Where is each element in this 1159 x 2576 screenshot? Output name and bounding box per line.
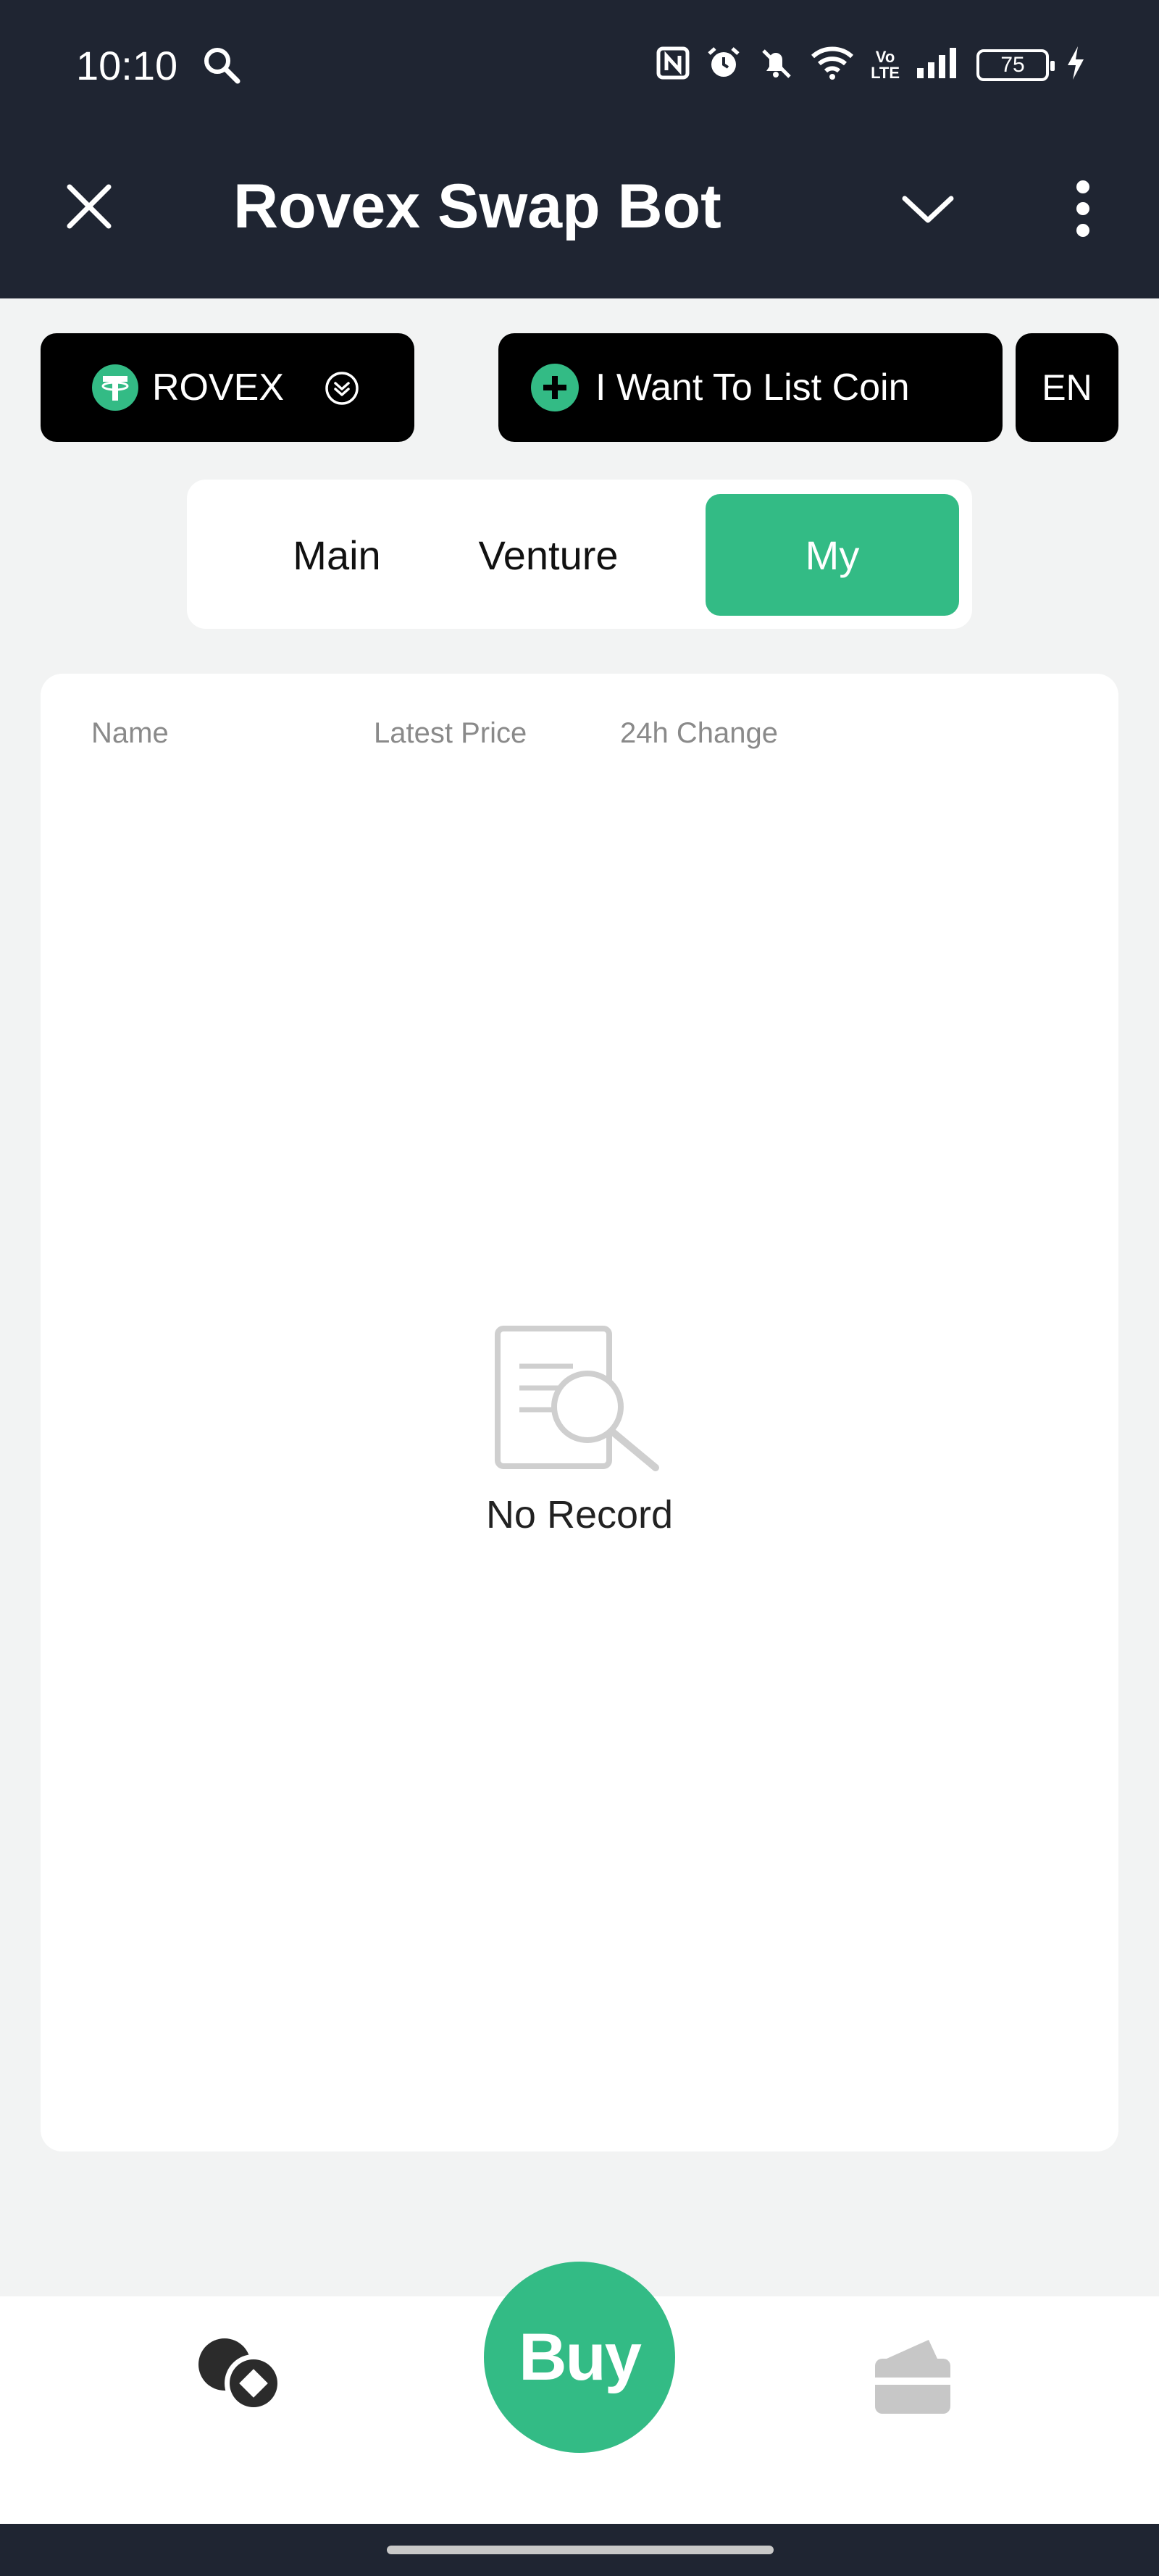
close-button[interactable]: [57, 174, 122, 239]
plus-icon: [531, 364, 579, 411]
language-button[interactable]: EN: [1016, 333, 1118, 442]
more-vertical-icon: [1076, 180, 1089, 237]
mute-bell-icon: [758, 45, 794, 85]
status-icons: Vo LTE 75: [656, 45, 1087, 85]
close-icon: [67, 184, 112, 229]
language-label: EN: [1042, 367, 1092, 408]
collapse-button[interactable]: [895, 177, 961, 242]
nav-coins-button[interactable]: [196, 2334, 290, 2417]
signal-icon: [916, 46, 961, 83]
wallet-icon: [875, 2340, 950, 2414]
list-coin-button[interactable]: I Want To List Coin: [498, 333, 1003, 442]
charging-icon: [1065, 45, 1087, 85]
chevron-down-icon: [902, 196, 954, 223]
volte-bottom: LTE: [871, 63, 900, 82]
more-options-button[interactable]: [1050, 172, 1116, 245]
tab-venture[interactable]: Venture: [443, 494, 653, 616]
alarm-icon: [706, 45, 742, 85]
tab-main[interactable]: Main: [232, 494, 442, 616]
token-label: ROVEX: [152, 367, 285, 409]
battery-icon: 75: [976, 49, 1055, 81]
nfc-icon: [656, 46, 690, 83]
tab-bar: Main Venture My: [187, 480, 972, 629]
search-icon: [201, 45, 242, 89]
column-header-name[interactable]: Name: [91, 717, 169, 750]
tether-icon: [92, 364, 138, 411]
chevron-double-down-icon: [325, 372, 359, 405]
home-indicator[interactable]: [387, 2546, 774, 2554]
coins-icon: [198, 2338, 283, 2412]
column-header-24h-change[interactable]: 24h Change: [620, 717, 778, 750]
gesture-navigation-bar: [0, 2524, 1159, 2576]
status-time: 10:10: [76, 43, 178, 88]
nav-wallet-button[interactable]: [872, 2337, 953, 2420]
empty-search-document-icon: [495, 1326, 659, 1471]
buy-label: Buy: [519, 2320, 642, 2394]
token-selector[interactable]: ROVEX: [41, 333, 414, 442]
coin-list-card: Name Latest Price 24h Change No Record: [41, 674, 1118, 2151]
page-title: Rovex Swap Bot: [233, 172, 721, 241]
wifi-icon: [810, 45, 855, 85]
list-coin-label: I Want To List Coin: [595, 367, 910, 409]
tab-my[interactable]: My: [706, 494, 959, 616]
buy-button[interactable]: Buy: [484, 2262, 675, 2453]
app-header: 10:10 Vo LTE 75 Rovex Swap Bot: [0, 0, 1159, 298]
volte-indicator: Vo LTE: [871, 49, 900, 81]
battery-level: 75: [1000, 52, 1025, 77]
empty-state-text: No Record: [485, 1493, 674, 1536]
column-header-latest-price[interactable]: Latest Price: [374, 717, 527, 750]
